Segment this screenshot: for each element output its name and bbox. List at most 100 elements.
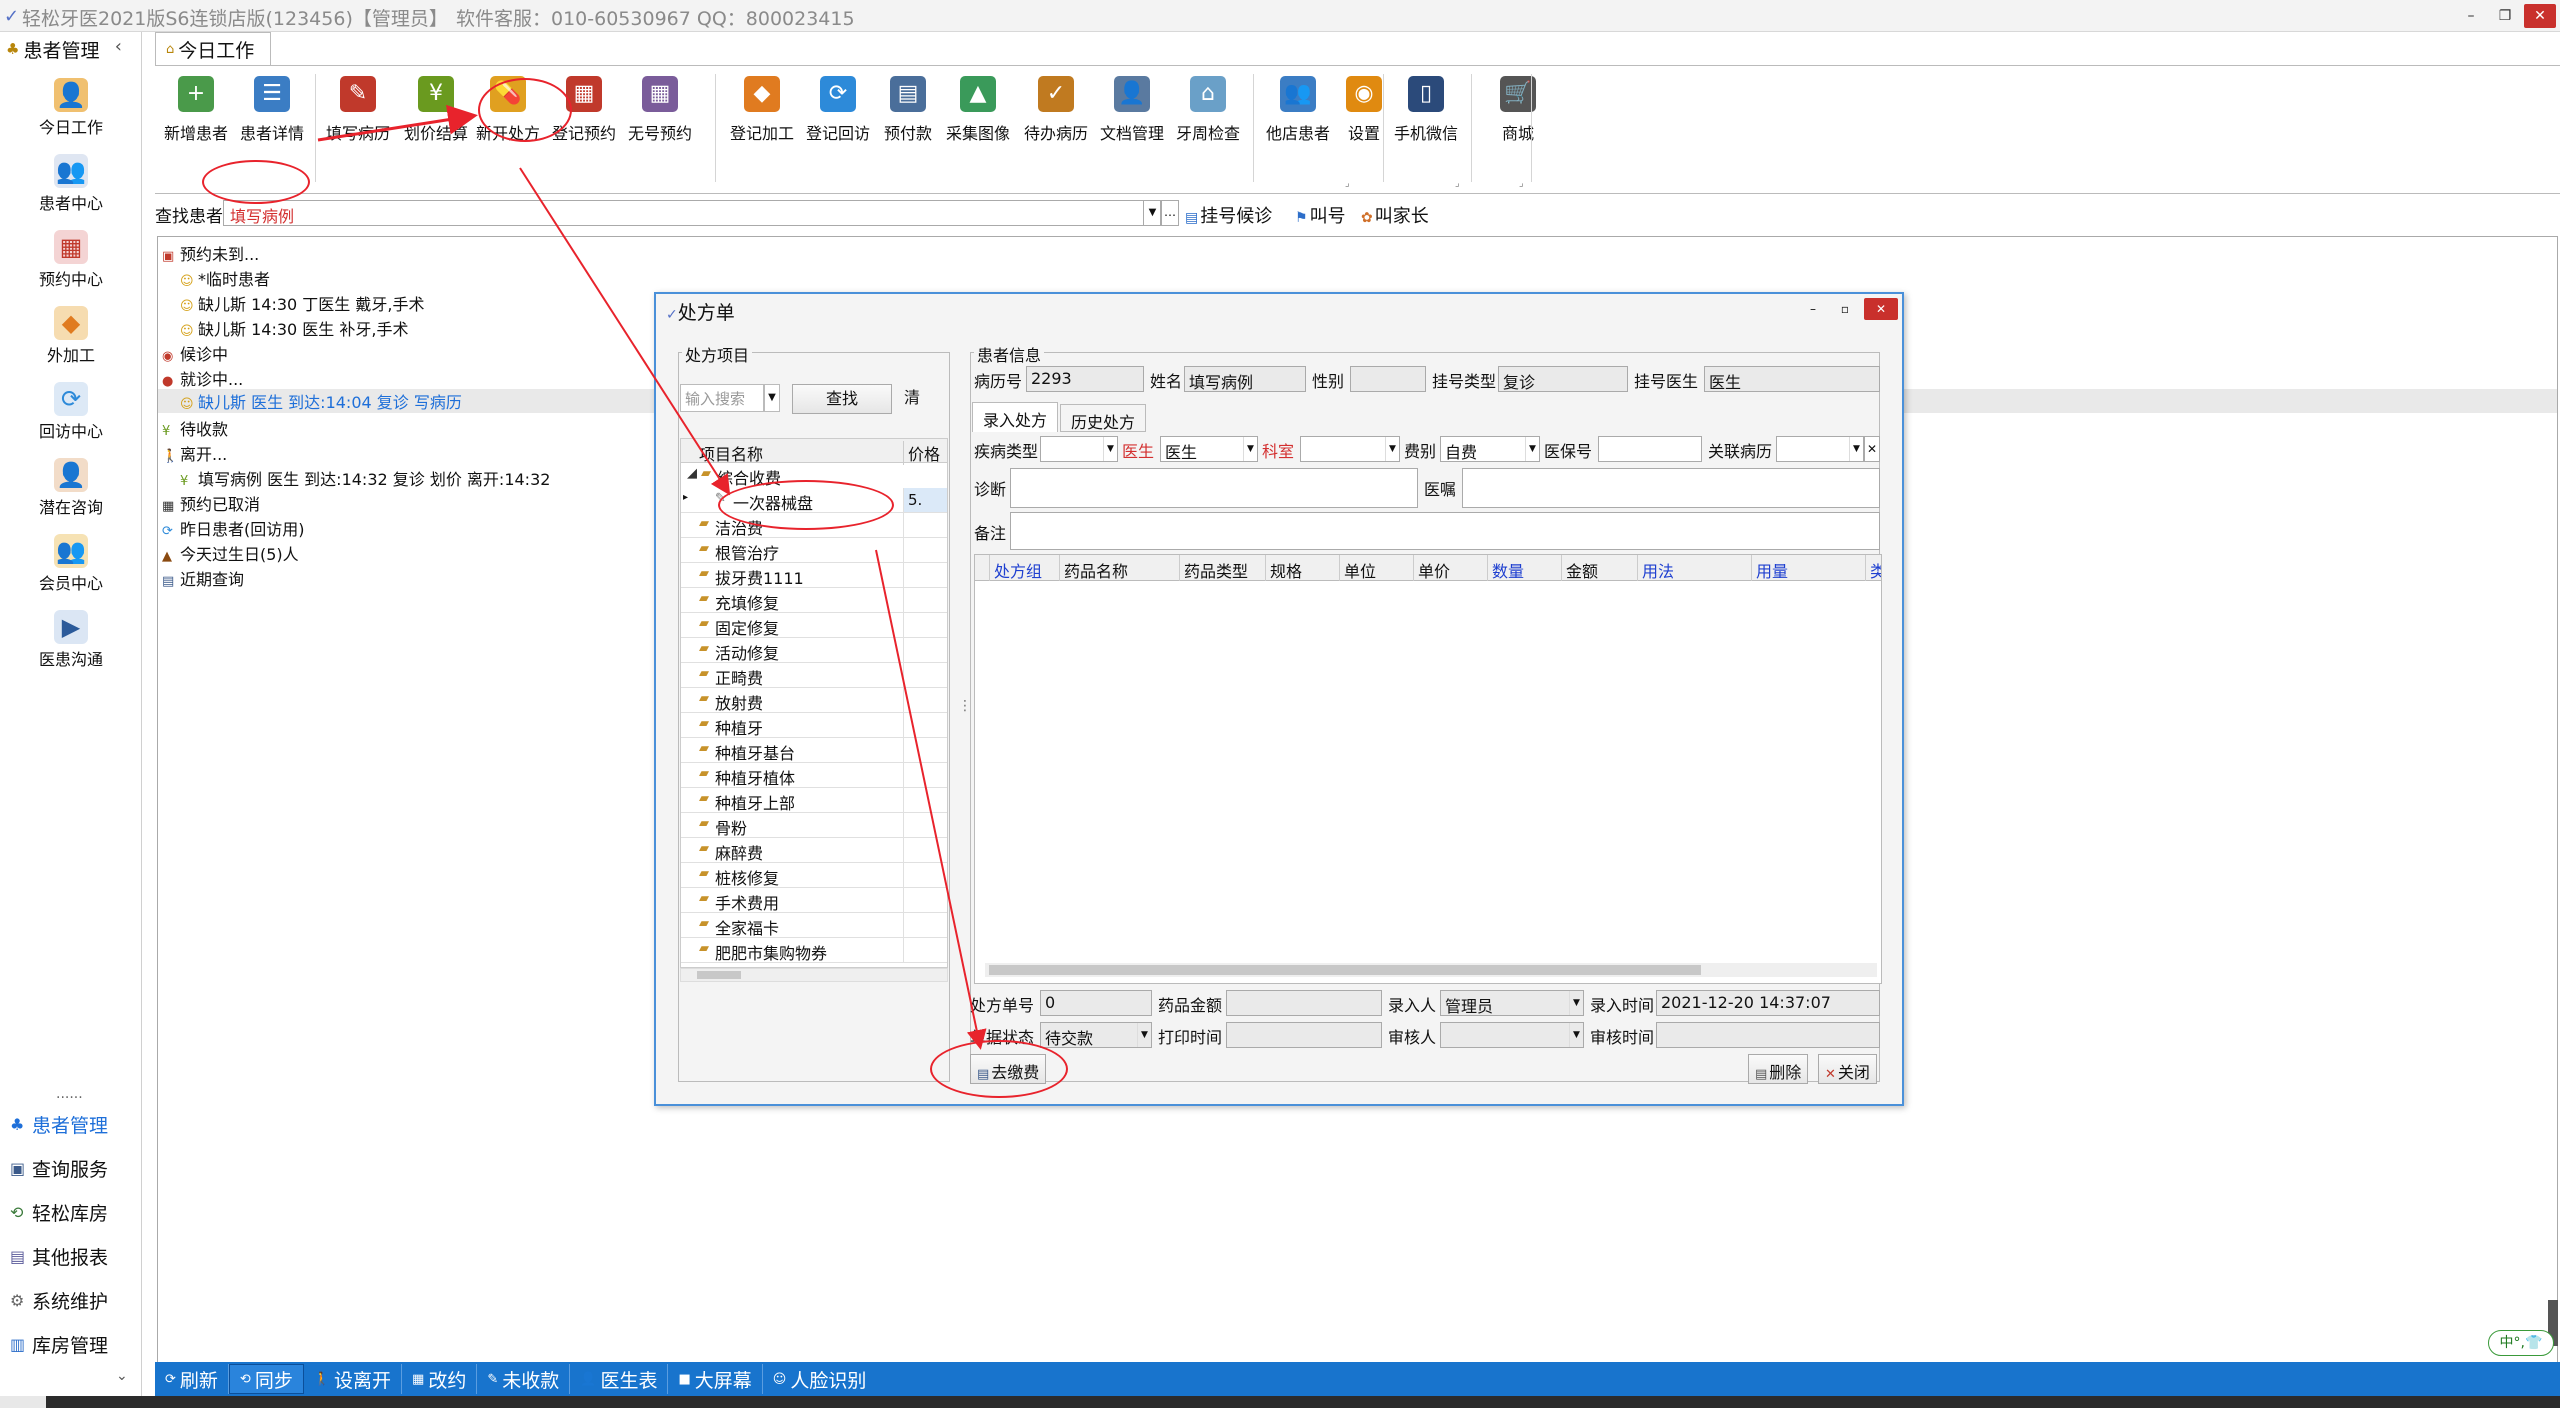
sidebar-item-patient-center[interactable]: 👥 患者中心 [0, 148, 142, 224]
clear-icon[interactable]: ✕ [1864, 436, 1880, 462]
doctor-select[interactable]: 医生 ▼ [1160, 436, 1258, 462]
pending-records-button[interactable]: ✓ 待办病历 [1019, 76, 1093, 172]
item-search-input[interactable]: 输入搜索 [680, 384, 764, 412]
call-number-button[interactable]: ⚑ 叫号 [1295, 202, 1346, 228]
column-header[interactable]: 药品类型 [1179, 555, 1265, 581]
item-row[interactable]: ▰ 正畸费 [681, 663, 947, 688]
item-row[interactable]: ▰ 桩核修复 [681, 863, 947, 888]
column-header[interactable]: 金额 [1561, 555, 1637, 581]
dialog-maximize-button[interactable]: ▫ [1832, 298, 1858, 320]
call-parent-button[interactable]: ✿ 叫家长 [1361, 202, 1429, 228]
go-pay-button[interactable]: ▤ 去缴费 [970, 1054, 1047, 1084]
chevron-down-icon[interactable]: ▼ [1143, 200, 1161, 226]
pricing-settlement-button[interactable]: ¥ 划价结算 [399, 76, 473, 172]
item-row[interactable]: ▰ 种植牙植体 [681, 763, 947, 788]
mall-button[interactable]: 🛒 商城 [1481, 76, 1555, 172]
tree-node-birthday[interactable]: ▲ 今天过生日(5)人 [162, 541, 299, 565]
tree-node-in-treatment[interactable]: ● 就诊中... [162, 366, 243, 390]
print-time-field[interactable] [1226, 1022, 1382, 1048]
clear-button[interactable]: 清 [904, 384, 934, 414]
item-row[interactable]: ▰ 固定修复 [681, 613, 947, 638]
record-no-field[interactable]: 2293 [1026, 366, 1144, 392]
column-header[interactable]: 单位 [1339, 555, 1413, 581]
entry-person-select[interactable]: 管理员 ▼ [1440, 990, 1584, 1016]
fee-type-select[interactable]: 自费 ▼ [1440, 436, 1540, 462]
note-textarea[interactable] [1010, 512, 1880, 550]
drug-amount-field[interactable] [1226, 990, 1382, 1016]
tree-node-recent-query[interactable]: ▤ 近期查询 [162, 566, 244, 590]
tab-today-work[interactable]: ⌂ 今日工作 [155, 32, 271, 66]
item-row[interactable]: ▰ 全家福卡 [681, 913, 947, 938]
group-expand-icon[interactable]: ⌟ [1519, 178, 1524, 189]
related-record-select[interactable]: ▼ [1776, 436, 1864, 462]
document-management-button[interactable]: 👤 文档管理 [1095, 76, 1169, 172]
more-button[interactable]: … [1161, 200, 1179, 226]
item-row[interactable]: ▰ 骨粉 [681, 813, 947, 838]
chevron-down-icon[interactable]: ▼ [764, 384, 780, 412]
review-time-field[interactable] [1656, 1022, 1880, 1048]
category-row[interactable]: ◢ ▰ 综合收费 [681, 463, 947, 488]
item-row[interactable]: ▰ 放射费 [681, 688, 947, 713]
item-row[interactable]: ▰ 肥肥市集购物券 [681, 938, 947, 963]
collapse-icon[interactable]: ◢ [687, 466, 697, 481]
item-row[interactable]: ▰ 种植牙 [681, 713, 947, 738]
other-store-patients-button[interactable]: 👥 他店患者 [1261, 76, 1335, 172]
group-expand-icon[interactable]: ⌟ [1345, 178, 1350, 189]
item-row[interactable]: ▰ 种植牙上部 [681, 788, 947, 813]
sidebar-module-easy-warehouse[interactable]: ⟲ 轻松库房 [0, 1190, 142, 1234]
sidebar-item-member-center[interactable]: 👥 会员中心 [0, 528, 142, 604]
delete-button[interactable]: ▤ 删除 [1748, 1054, 1809, 1084]
register-queue-button[interactable]: ▤ 挂号候诊 [1185, 202, 1272, 228]
column-header[interactable]: 项目名称 [699, 441, 763, 465]
reschedule-button[interactable]: ▦ 改约 [402, 1364, 478, 1394]
column-header[interactable]: 数量 [1487, 555, 1561, 581]
tree-node-patient[interactable]: ☺ 缺儿斯 14:30 医生 补牙,手术 [180, 316, 408, 340]
tree-node-waiting[interactable]: ◉ 候诊中 [162, 341, 228, 365]
taskbar-start[interactable] [0, 1396, 46, 1408]
unnumbered-appointment-button[interactable]: ▦ 无号预约 [623, 76, 697, 172]
capture-image-button[interactable]: ▲ 采集图像 [941, 76, 1015, 172]
sidebar-module-inventory-management[interactable]: ▥ 库房管理 [0, 1322, 142, 1366]
column-header[interactable]: 处方组 [989, 555, 1059, 581]
register-processing-button[interactable]: ◆ 登记加工 [725, 76, 799, 172]
chevron-down-icon[interactable]: ⌄ [116, 1368, 128, 1384]
new-patient-button[interactable]: + 新增患者 [159, 76, 233, 172]
item-row[interactable]: ▰ 洁治费 [681, 513, 947, 538]
entry-time-field[interactable]: 2021-12-20 14:37:07 [1656, 990, 1880, 1016]
scrollbar-thumb[interactable] [989, 965, 1701, 975]
column-header[interactable]: 类 [1865, 555, 1881, 581]
item-row[interactable]: ▰ 活动修复 [681, 638, 947, 663]
sync-button[interactable]: ⟲ 同步 [228, 1364, 304, 1394]
reg-type-field[interactable]: 复诊 [1498, 366, 1628, 392]
face-recognition-button[interactable]: ☺ 人脸识别 [763, 1364, 877, 1394]
tree-node-awaiting-payment[interactable]: ¥ 待收款 [162, 416, 228, 440]
item-row[interactable]: ▰ 种植牙基台 [681, 738, 947, 763]
restore-button[interactable]: ❐ [2490, 4, 2520, 28]
tree-node-appointment-not-arrived[interactable]: ▣ 预约未到... [162, 241, 259, 265]
new-prescription-button[interactable]: 💊 新开处方 [471, 76, 545, 172]
mobile-wechat-button[interactable]: ▯ 手机微信 [1389, 76, 1463, 172]
sidebar-separator[interactable]: ...... [56, 1086, 83, 1102]
insurance-no-field[interactable] [1598, 436, 1702, 462]
patient-details-button[interactable]: ☰ 患者详情 [235, 76, 309, 172]
doctor-table-button[interactable]: 👤 医生表 [570, 1364, 669, 1394]
scrollbar-thumb[interactable] [697, 971, 741, 979]
column-header[interactable]: 用量 [1751, 555, 1865, 581]
tree-node-left[interactable]: 🚶 离开... [162, 441, 227, 465]
column-header[interactable]: 单价 [1413, 555, 1487, 581]
sidebar-module-system-maintenance[interactable]: ⚙ 系统维护 [0, 1278, 142, 1322]
disease-type-select[interactable]: ▼ [1040, 436, 1118, 462]
set-leave-button[interactable]: 🚶 设离开 [304, 1364, 403, 1394]
item-row[interactable]: ▰ 手术费用 [681, 888, 947, 913]
close-button[interactable]: ✕ [2524, 4, 2556, 28]
collapse-icon[interactable]: ‹ [115, 36, 122, 57]
unpaid-button[interactable]: ✎ 未收款 [477, 1364, 571, 1394]
tree-node-cancelled[interactable]: ▦ 预约已取消 [162, 491, 260, 515]
dialog-close-button[interactable]: ✕ [1864, 298, 1898, 320]
tree-node-patient[interactable]: ☺ 缺儿斯 14:30 丁医生 戴牙,手术 [180, 291, 424, 315]
sidebar-module-patient-management[interactable]: ♣ 患者管理 [0, 1102, 142, 1146]
sidebar-item-consulting[interactable]: 👤 潜在咨询 [0, 452, 142, 528]
items-horizontal-scrollbar[interactable] [680, 968, 948, 982]
tree-node-patient[interactable]: ☺ *临时患者 [180, 266, 270, 290]
reg-doctor-field[interactable]: 医生 [1704, 366, 1880, 392]
